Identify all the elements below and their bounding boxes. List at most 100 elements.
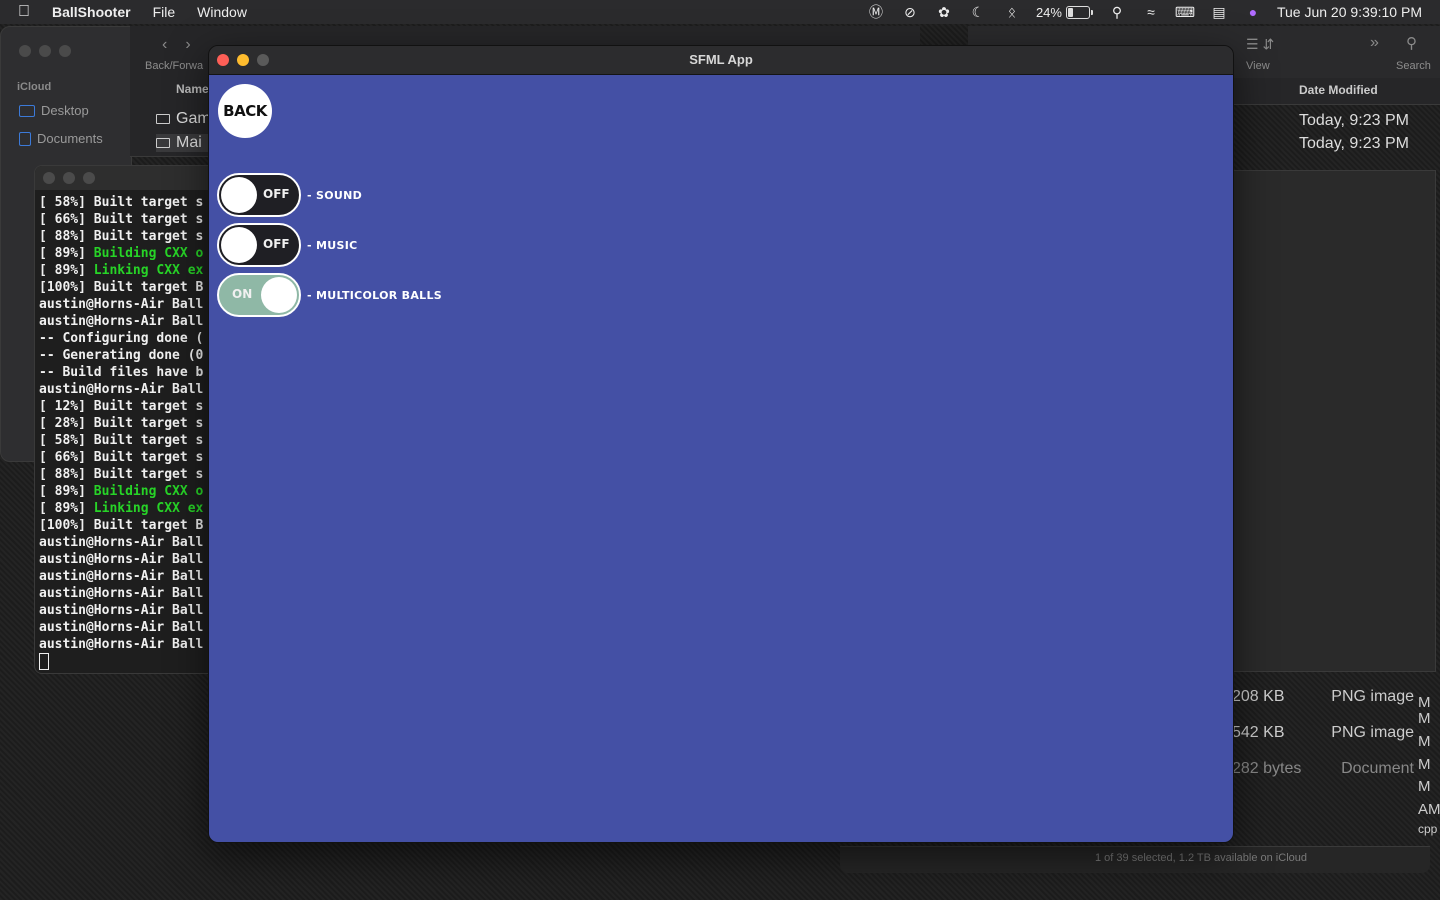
battery-percent: 24% <box>1035 4 1062 20</box>
terminal-cursor <box>39 653 203 670</box>
bluetooth-icon[interactable]: ᛟ <box>1002 4 1022 20</box>
terminal-line-text: -- Configuring done ( <box>39 331 204 346</box>
terminal-line: austin@Horns-Air Ball <box>39 296 203 313</box>
menu-file[interactable]: File <box>153 4 176 20</box>
terminal-line: [ 66%] Built target s <box>39 211 203 228</box>
menu-app-name[interactable]: BallShooter <box>52 4 131 20</box>
file-row[interactable]: 542 KB PNG image <box>1232 724 1414 742</box>
terminal-line-prefix: [ 89%] <box>39 263 94 278</box>
terminal-line: -- Configuring done ( <box>39 330 203 347</box>
terminal-line-text: [ 66%] Built target s <box>39 450 204 465</box>
terminal-line: [ 88%] Built target s <box>39 228 203 245</box>
terminal-line-prefix: [ 89%] <box>39 484 94 499</box>
setting-row-music: OFF - MUSIC <box>217 223 357 267</box>
file-row[interactable]: Gam <box>156 110 211 128</box>
column-header-date-modified[interactable]: Date Modified <box>1299 83 1378 97</box>
date-cell: Today, 9:23 PM <box>1299 135 1409 152</box>
m-status-icon[interactable]: Ⓜ <box>866 4 886 20</box>
control-center-icon[interactable]: ▤ <box>1209 4 1229 20</box>
terminal-line: [ 28%] Built target s <box>39 415 203 432</box>
terminal-line-text: austin@Horns-Air Ball <box>39 314 204 329</box>
terminal-line: [ 66%] Built target s <box>39 449 203 466</box>
no-signal-icon[interactable]: ⊘ <box>900 4 920 20</box>
cursor-block <box>39 653 49 670</box>
battery-fill <box>1067 7 1073 17</box>
terminal-line-text: austin@Horns-Air Ball <box>39 620 204 635</box>
menu-bar:  BallShooter File Window Ⓜ ⊘ ✿ ☾ ᛟ 24% … <box>0 0 1440 24</box>
sidebar-item-desktop[interactable]: Desktop <box>19 103 89 118</box>
moon-icon[interactable]: ☾ <box>968 4 988 20</box>
settings-canvas: BACK OFF - SOUND OFF - MUSIC ON - MULTIC… <box>209 75 1233 842</box>
terminal-line: [ 58%] Built target s <box>39 432 203 449</box>
wifi-icon[interactable]: ≈ <box>1141 4 1161 20</box>
terminal-line: [ 88%] Built target s <box>39 466 203 483</box>
toggle-knob <box>261 277 297 313</box>
openai-icon[interactable]: ✿ <box>934 4 954 20</box>
sound-toggle[interactable]: OFF <box>217 173 301 217</box>
keyboard-icon[interactable]: ⌨ <box>1175 4 1195 20</box>
terminal-line-prefix: [ 89%] <box>39 501 94 516</box>
document-icon <box>19 131 31 146</box>
apple-menu-icon[interactable]:  <box>18 0 34 24</box>
terminal-line-text: austin@Horns-Air Ball <box>39 603 204 618</box>
edge-text: cpp <box>1418 822 1438 836</box>
menu-bar-clock[interactable]: Tue Jun 20 9:39:10 PM <box>1277 4 1422 20</box>
close-icon[interactable] <box>43 172 55 184</box>
terminal-titlebar[interactable] <box>35 166 235 190</box>
terminal-line-text: -- Generating done (0 <box>39 348 204 363</box>
back-arrow-icon[interactable]: ‹ <box>162 36 167 54</box>
terminal-line: [100%] Built target B <box>39 517 203 534</box>
terminal-line: austin@Horns-Air Ball <box>39 551 203 568</box>
edge-text: M <box>1418 694 1431 711</box>
search-icon[interactable]: ⚲ <box>1406 34 1417 52</box>
terminal-line: [ 58%] Built target s <box>39 194 203 211</box>
battery-status[interactable]: 24% <box>1036 5 1093 20</box>
sidebar-item-documents[interactable]: Documents <box>19 131 103 146</box>
terminal-line: [ 89%] Building CXX o <box>39 483 203 500</box>
siri-icon[interactable]: ● <box>1243 4 1263 20</box>
terminal-line: [ 89%] Building CXX o <box>39 245 203 262</box>
column-header-name[interactable]: Name <box>176 82 209 96</box>
sidebar-heading-icloud: iCloud <box>17 81 52 93</box>
edge-text: M <box>1418 778 1431 795</box>
toolbar-label-back-forward: Back/Forwa <box>145 60 204 72</box>
toggle-knob <box>221 227 257 263</box>
zoom-icon[interactable] <box>59 45 71 57</box>
zoom-icon[interactable] <box>83 172 95 184</box>
music-toggle[interactable]: OFF <box>217 223 301 267</box>
file-row[interactable]: 208 KB PNG image <box>1232 688 1414 706</box>
sfml-titlebar[interactable]: SFML App <box>209 46 1233 75</box>
battery-icon <box>1065 5 1090 19</box>
toolbar-label-search: Search <box>1396 60 1431 72</box>
more-chevron-icon[interactable]: » <box>1370 34 1379 52</box>
terminal-line-text: austin@Horns-Air Ball <box>39 637 204 652</box>
minimize-icon[interactable] <box>63 172 75 184</box>
terminal-line: [ 89%] Linking CXX ex <box>39 500 203 517</box>
terminal-line-text: austin@Horns-Air Ball <box>39 382 204 397</box>
spotlight-search-icon[interactable]: ⚲ <box>1107 4 1127 20</box>
terminal-line-text: Building CXX o <box>93 246 204 261</box>
toggle-state-label: OFF <box>263 187 290 201</box>
terminal-window[interactable]: [ 58%] Built target s [ 66%] Built target… <box>34 165 236 674</box>
terminal-line: [100%] Built target B <box>39 279 203 296</box>
terminal-output: [ 58%] Built target s [ 66%] Built target… <box>39 194 203 670</box>
terminal-line: [ 89%] Linking CXX ex <box>39 262 203 279</box>
terminal-line-text: [ 88%] Built target s <box>39 467 204 482</box>
edge-text: M <box>1418 710 1431 727</box>
setting-row-multicolor-balls: ON - MULTICOLOR BALLS <box>217 273 442 317</box>
sfml-app-window: SFML App BACK OFF - SOUND OFF - MUSIC ON… <box>208 45 1234 843</box>
menu-window[interactable]: Window <box>197 4 247 20</box>
file-row[interactable]: 282 bytes Document <box>1232 760 1414 778</box>
music-label: - MUSIC <box>307 238 358 252</box>
close-icon[interactable] <box>19 45 31 57</box>
minimize-icon[interactable] <box>39 45 51 57</box>
multicolor-balls-toggle[interactable]: ON <box>217 273 301 317</box>
terminal-line-text: [100%] Built target B <box>39 280 204 295</box>
terminal-line-text: Linking CXX ex <box>93 501 204 516</box>
list-view-icon[interactable]: ☰ ⇵ <box>1246 36 1274 53</box>
back-button[interactable]: BACK <box>218 84 272 138</box>
terminal-line-text: [ 58%] Built target s <box>39 433 204 448</box>
terminal-line-text: austin@Horns-Air Ball <box>39 552 204 567</box>
forward-arrow-icon[interactable]: › <box>185 36 190 54</box>
date-cell: Today, 9:23 PM <box>1299 112 1409 129</box>
